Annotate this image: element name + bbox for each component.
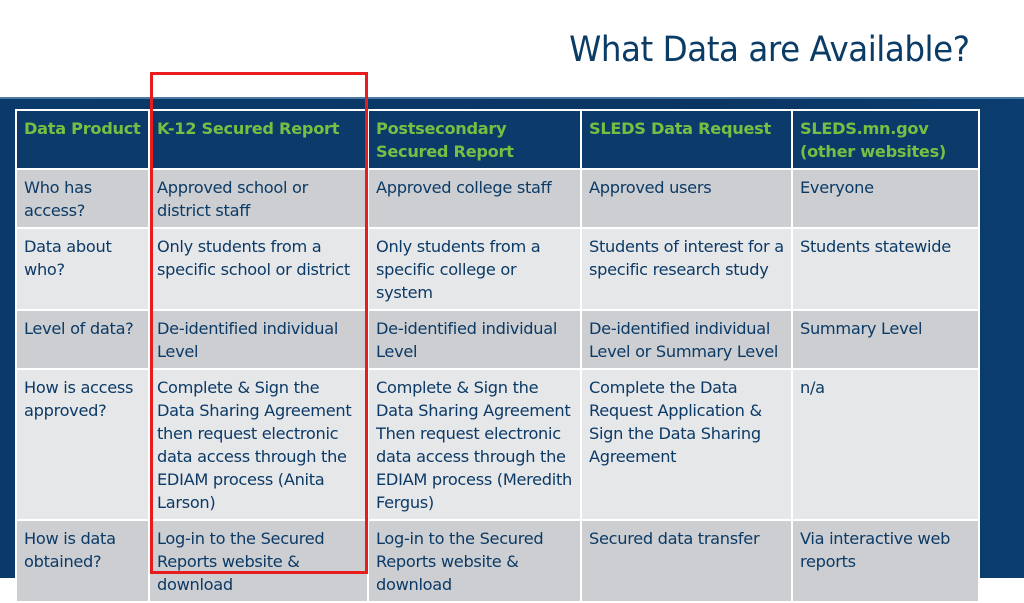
table-cell: Everyone xyxy=(791,168,980,229)
table-cell: Complete the Data Request Application & … xyxy=(580,368,793,521)
header-sleds-data-request: SLEDS Data Request xyxy=(580,109,793,170)
header-k12-secured-report: K-12 Secured Report xyxy=(148,109,369,170)
table-cell: Secured data transfer xyxy=(580,519,793,603)
table-header-row: Data Product K-12 Secured Report Postsec… xyxy=(15,109,980,170)
header-sleds-mn-gov: SLEDS.mn.gov (other websites) xyxy=(791,109,980,170)
table-cell: Log-in to the Secured Reports website & … xyxy=(367,519,582,603)
table-cell: Log-in to the Secured Reports website & … xyxy=(148,519,369,603)
table-cell: Approved users xyxy=(580,168,793,229)
table-cell: Students statewide xyxy=(791,227,980,311)
table-row: How is access approved? Complete & Sign … xyxy=(15,368,980,521)
table-row: How is data obtained? Log-in to the Secu… xyxy=(15,519,980,603)
header-postsecondary-secured-report: Postsecondary Secured Report xyxy=(367,109,582,170)
table-cell: De-identified individual Level xyxy=(148,309,369,370)
data-products-table: Data Product K-12 Secured Report Postsec… xyxy=(15,109,980,603)
table-row: Data about who? Only students from a spe… xyxy=(15,227,980,311)
table-cell: Students of interest for a specific rese… xyxy=(580,227,793,311)
table-cell: De-identified individual Level xyxy=(367,309,582,370)
table-cell: Approved college staff xyxy=(367,168,582,229)
title-area: What Data are Available? xyxy=(0,0,1024,97)
row-label: Who has access? xyxy=(15,168,150,229)
table-cell: Summary Level xyxy=(791,309,980,370)
slide-title: What Data are Available? xyxy=(569,30,971,70)
table-cell: Complete & Sign the Data Sharing Agreeme… xyxy=(367,368,582,521)
table-row: Level of data? De-identified individual … xyxy=(15,309,980,370)
table-cell: Complete & Sign the Data Sharing Agreeme… xyxy=(148,368,369,521)
row-label: Level of data? xyxy=(15,309,150,370)
table-cell: n/a xyxy=(791,368,980,521)
row-label: Data about who? xyxy=(15,227,150,311)
table-cell: Approved school or district staff xyxy=(148,168,369,229)
table-cell: De-identified individual Level or Summar… xyxy=(580,309,793,370)
table-cell: Only students from a specific school or … xyxy=(148,227,369,311)
table-cell: Only students from a specific college or… xyxy=(367,227,582,311)
row-label: How is data obtained? xyxy=(15,519,150,603)
table-row: Who has access? Approved school or distr… xyxy=(15,168,980,229)
table-cell: Via interactive web reports xyxy=(791,519,980,603)
row-label: How is access approved? xyxy=(15,368,150,521)
header-data-product: Data Product xyxy=(15,109,150,170)
